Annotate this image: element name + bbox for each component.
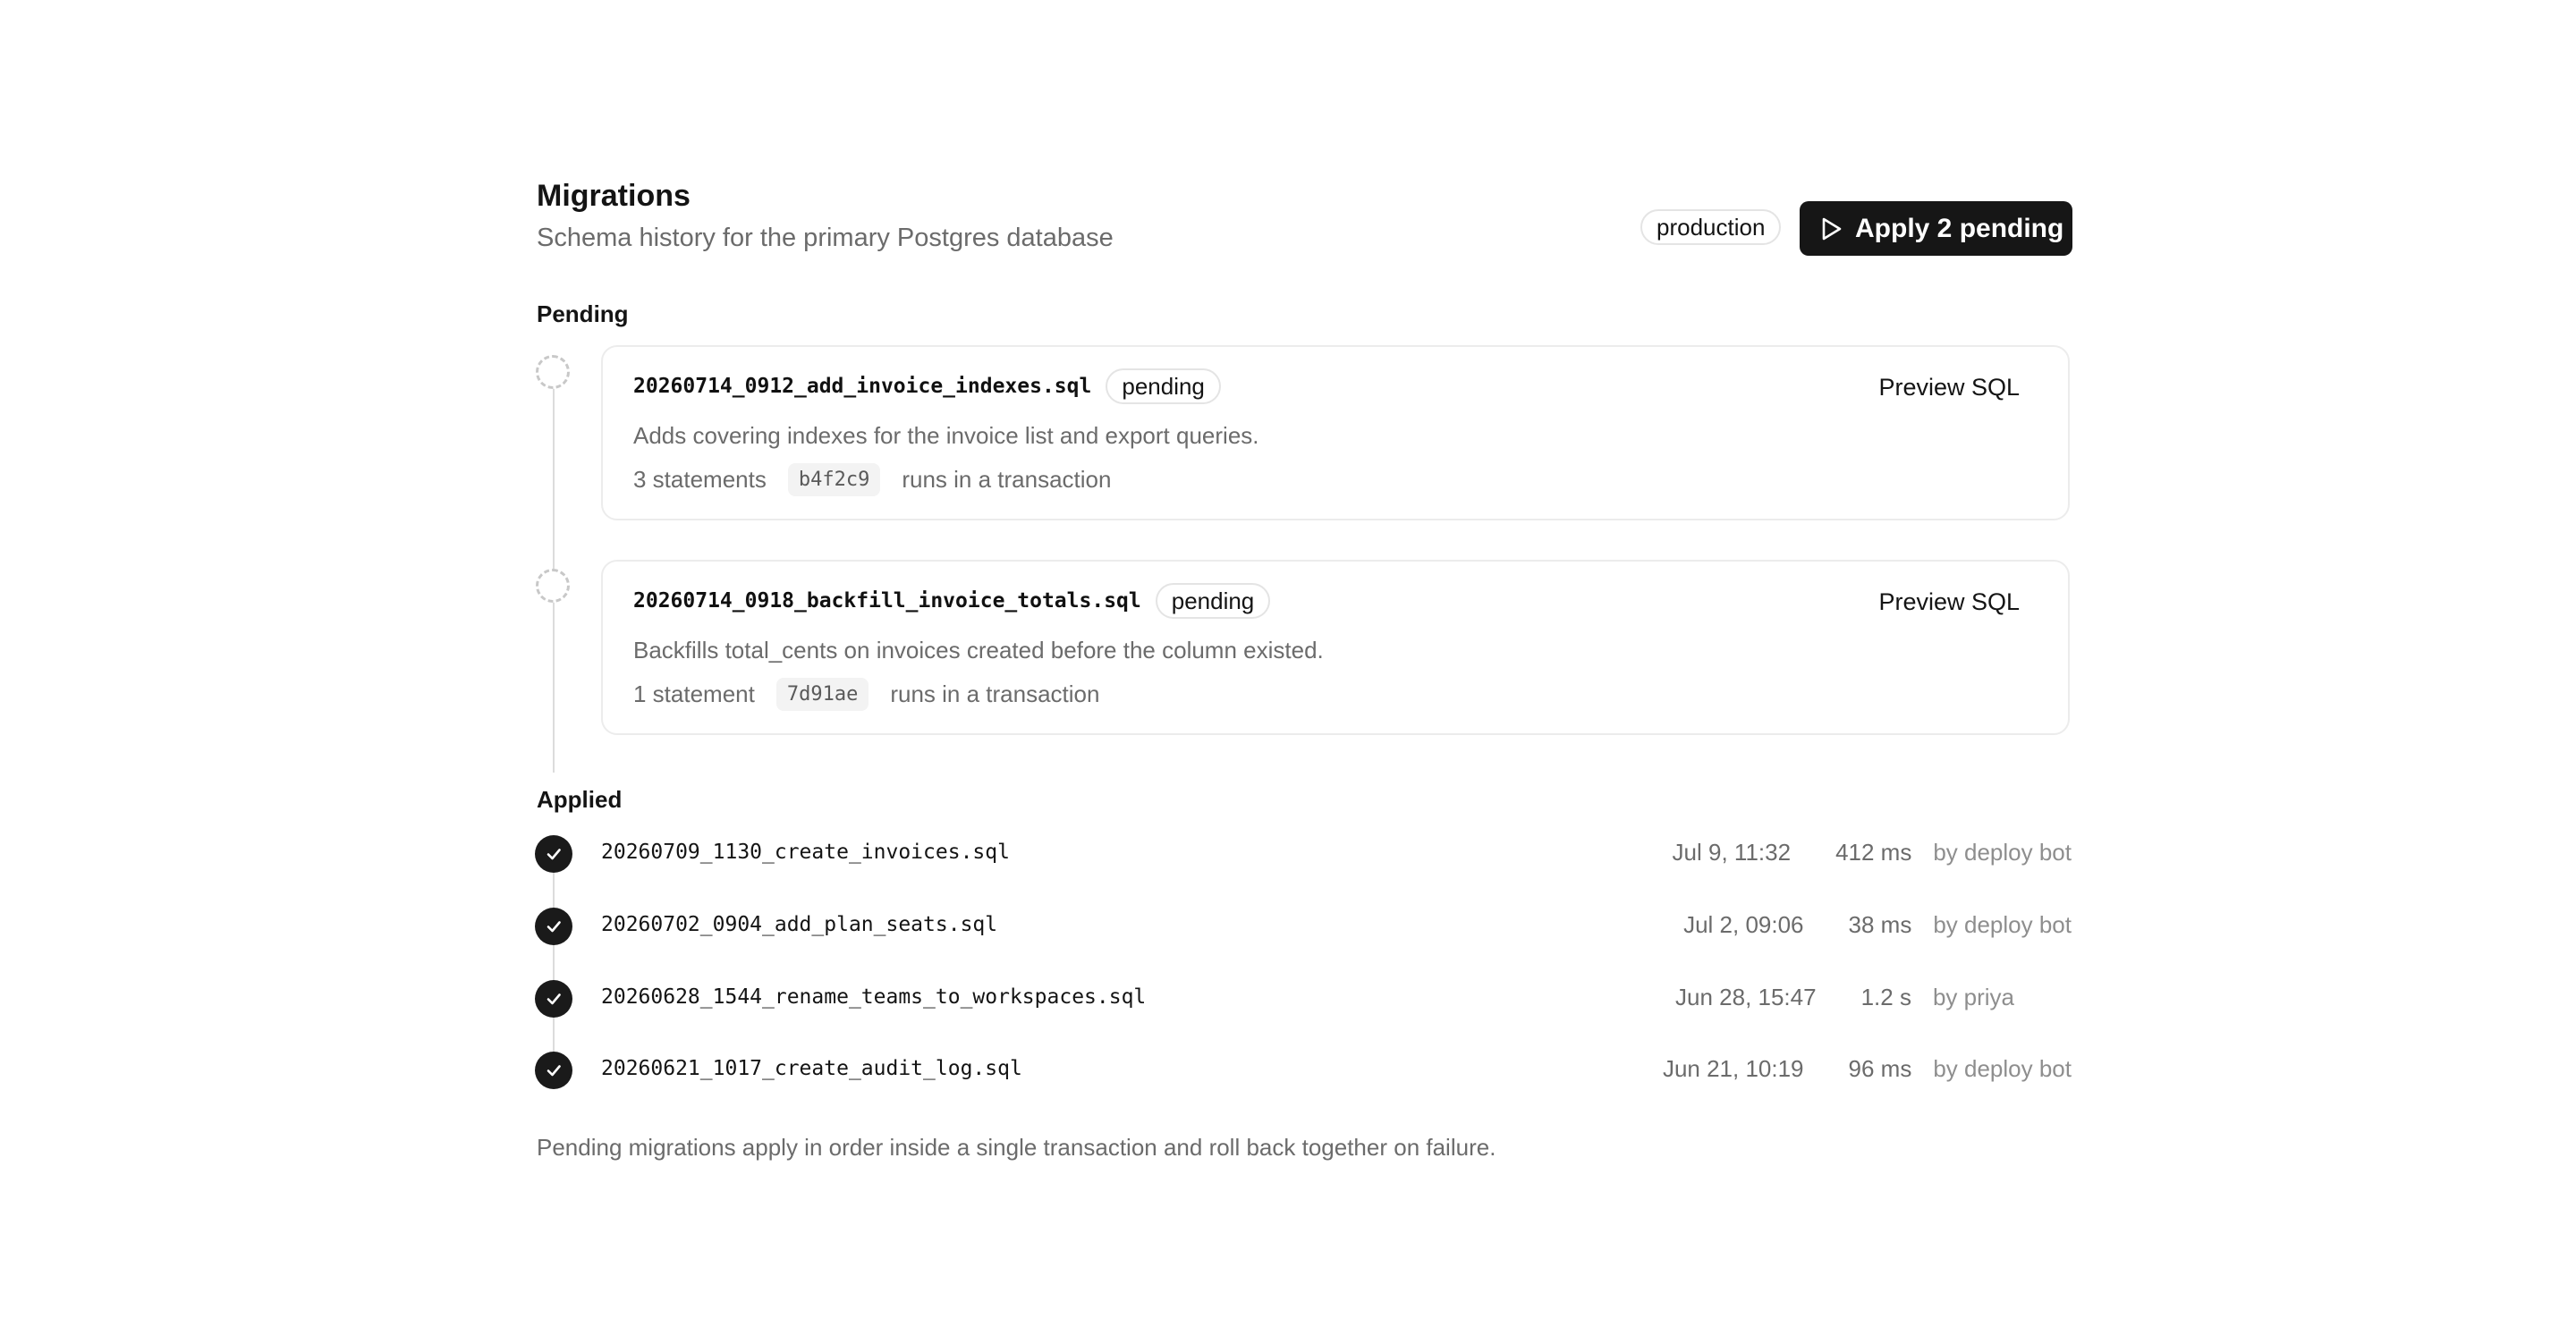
dashed-circle-icon: [536, 569, 570, 603]
check-circle-icon: [535, 908, 572, 945]
preview-sql-button[interactable]: Preview SQL: [1878, 374, 2020, 401]
applied-by: by deploy bot: [1933, 1055, 2072, 1082]
applied-timestamp: Jul 2, 09:06: [1683, 911, 1804, 938]
migration-description: Backfills total_cents on invoices create…: [633, 637, 1324, 664]
applied-file-name: 20260709_1130_create_invoices.sql: [601, 841, 1010, 864]
dashed-circle-icon: [536, 355, 570, 389]
transaction-mode: runs in a transaction: [902, 466, 1112, 493]
apply-pending-label: Apply 2 pending: [1855, 213, 2064, 243]
migration-hash: b4f2c9: [787, 463, 881, 496]
statement-count: 3 statements: [633, 466, 767, 493]
applied-duration: 96 ms: [1848, 1055, 1912, 1082]
applied-migration-row: 20260709_1130_create_invoices.sql Jul 9,…: [535, 835, 2072, 873]
applied-duration: 38 ms: [1848, 911, 1912, 938]
transaction-mode: runs in a transaction: [890, 680, 1100, 707]
applied-section-label: Applied: [537, 786, 623, 813]
applied-timeline-line: [553, 873, 555, 1068]
check-circle-icon: [535, 980, 572, 1018]
applied-by: by deploy bot: [1933, 839, 2072, 866]
applied-migration-row: 20260702_0904_add_plan_seats.sql Jul 2, …: [535, 908, 2072, 945]
applied-duration: 1.2 s: [1860, 984, 1911, 1010]
applied-file-name: 20260628_1544_rename_teams_to_workspaces…: [601, 985, 1147, 1009]
preview-sql-button[interactable]: Preview SQL: [1878, 588, 2020, 616]
pending-migration-card: 20260714_0918_backfill_invoice_totals.sq…: [601, 560, 2070, 735]
migration-file-name: 20260714_0918_backfill_invoice_totals.sq…: [633, 589, 1141, 613]
applied-file-name: 20260702_0904_add_plan_seats.sql: [601, 913, 998, 936]
applied-timestamp: Jul 9, 11:32: [1672, 839, 1792, 866]
migration-file-name: 20260714_0912_add_invoice_indexes.sql: [633, 375, 1092, 398]
page-title: Migrations: [537, 179, 691, 213]
page-subtitle: Schema history for the primary Postgres …: [537, 224, 1114, 252]
check-circle-icon: [535, 835, 572, 873]
status-badge: pending: [1106, 368, 1221, 404]
apply-pending-button[interactable]: Apply 2 pending: [1800, 201, 2072, 256]
applied-by: by deploy bot: [1933, 911, 2072, 938]
play-icon: [1822, 217, 1842, 240]
applied-timestamp: Jun 28, 15:47: [1675, 984, 1817, 1010]
applied-migration-row: 20260628_1544_rename_teams_to_workspaces…: [535, 980, 2072, 1018]
environment-badge: production: [1640, 209, 1782, 245]
applied-migration-row: 20260621_1017_create_audit_log.sql Jun 2…: [535, 1052, 2072, 1089]
check-circle-icon: [535, 1052, 572, 1089]
applied-timestamp: Jun 21, 10:19: [1662, 1055, 1804, 1082]
applied-by: by priya: [1932, 984, 2014, 1010]
migration-hash: 7d91ae: [775, 678, 869, 711]
migrations-page: Migrations Schema history for the primar…: [0, 0, 2576, 1327]
statement-count: 1 statement: [633, 680, 755, 707]
migration-description: Adds covering indexes for the invoice li…: [633, 422, 1259, 449]
footer-note: Pending migrations apply in order inside…: [537, 1134, 1496, 1161]
applied-duration: 412 ms: [1835, 839, 1912, 866]
status-badge: pending: [1155, 583, 1271, 619]
pending-migration-card: 20260714_0912_add_invoice_indexes.sql pe…: [601, 345, 2070, 520]
applied-file-name: 20260621_1017_create_audit_log.sql: [601, 1057, 1022, 1080]
pending-section-label: Pending: [537, 300, 629, 327]
